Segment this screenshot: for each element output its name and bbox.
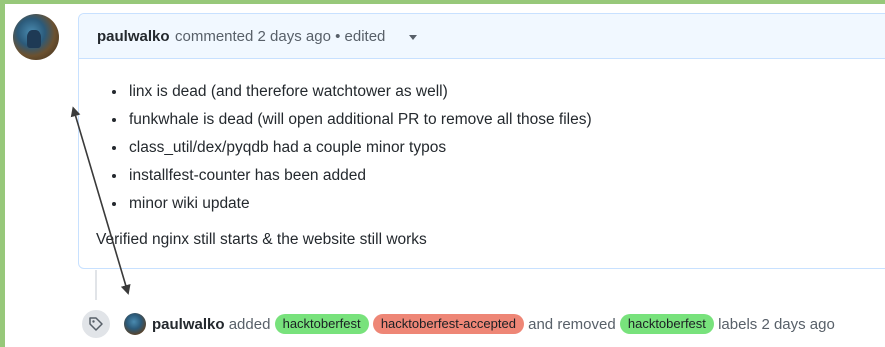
event-avatar[interactable] — [124, 313, 146, 335]
frame-left-border — [0, 0, 5, 347]
change-list: linx is dead (and therefore watchtower a… — [107, 78, 592, 218]
event-removed-word: and removed — [528, 316, 616, 333]
list-item: linx is dead (and therefore watchtower a… — [127, 78, 592, 106]
comment-author[interactable]: paulwalko — [97, 28, 170, 45]
label-hacktoberfest[interactable]: hacktoberfest — [274, 314, 369, 334]
label-hacktoberfest-removed[interactable]: hacktoberfest — [619, 314, 714, 334]
comment-box: paulwalko commented 2 days ago • edited … — [78, 13, 885, 269]
timeline-line — [95, 270, 97, 300]
avatar[interactable] — [13, 14, 59, 60]
comment-meta[interactable]: commented 2 days ago • edited — [175, 28, 385, 45]
list-item: funkwhale is dead (will open additional … — [127, 106, 592, 134]
comment-closing: Verified nginx still starts & the websit… — [96, 231, 427, 248]
tag-icon — [80, 308, 112, 340]
label-event: paulwalko added hacktoberfest hacktoberf… — [80, 308, 885, 342]
frame-top-border — [0, 0, 885, 4]
label-hacktoberfest-accepted[interactable]: hacktoberfest-accepted — [372, 314, 524, 334]
list-item: class_util/dex/pyqdb had a couple minor … — [127, 134, 592, 162]
comment-header: paulwalko commented 2 days ago • edited — [79, 14, 885, 59]
list-item: installfest-counter has been added — [127, 162, 592, 190]
event-text: paulwalko added hacktoberfest hacktoberf… — [152, 314, 835, 334]
event-added-word: added — [228, 316, 271, 333]
list-item: minor wiki update — [127, 190, 592, 218]
event-suffix[interactable]: labels 2 days ago — [718, 316, 835, 333]
chevron-down-icon[interactable] — [409, 35, 417, 40]
event-author[interactable]: paulwalko — [152, 316, 225, 333]
